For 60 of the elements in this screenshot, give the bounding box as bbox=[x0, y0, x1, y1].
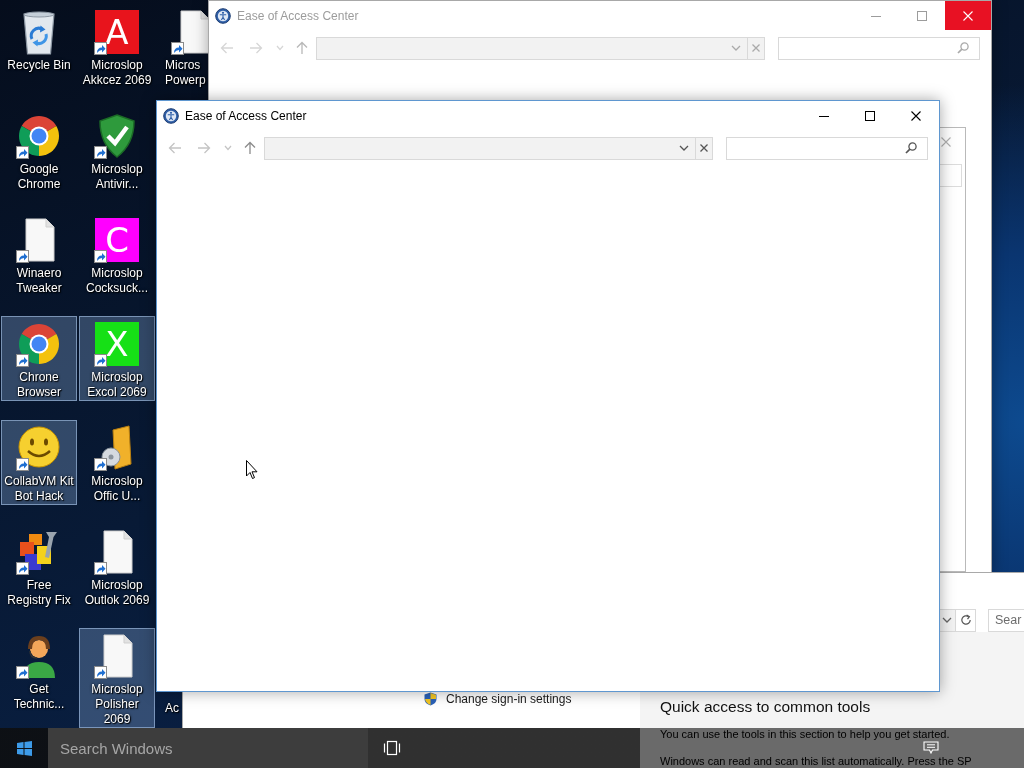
search-field[interactable] bbox=[778, 36, 980, 60]
accessibility-icon bbox=[215, 7, 231, 24]
window-title: Ease of Access Center bbox=[237, 8, 359, 23]
search-field[interactable]: Sear bbox=[988, 608, 1024, 632]
shield-icon bbox=[424, 692, 437, 706]
paragraph-text: Windows can read and scan this list automatically. Press the SP bbox=[660, 755, 972, 767]
accessibility-icon bbox=[163, 107, 179, 124]
desktop-shortcut[interactable]: Microslop Outlok 2069 bbox=[79, 524, 155, 609]
desktop-shortcut[interactable]: Winaero Tweaker bbox=[1, 212, 77, 297]
address-field[interactable] bbox=[316, 36, 747, 60]
maximize-icon bbox=[917, 10, 927, 21]
desktop-shortcut[interactable]: Ac bbox=[159, 697, 182, 717]
address-field[interactable] bbox=[940, 608, 955, 632]
close-icon bbox=[963, 10, 973, 21]
desktop-shortcut[interactable]: A Microslop Akkcez 2069 bbox=[79, 4, 155, 89]
app-logo: A bbox=[95, 10, 139, 54]
paragraph-text: You can use the tools in this section to help you get started. bbox=[660, 728, 950, 740]
desktop-shortcut[interactable]: Recycle Bin bbox=[1, 4, 77, 74]
desktop-shortcut[interactable]: C Microslop Cocksuck... bbox=[79, 212, 155, 297]
desktop-shortcut[interactable]: Google Chrome bbox=[1, 108, 77, 193]
back-arrow-icon[interactable] bbox=[219, 40, 235, 56]
refresh-button[interactable] bbox=[955, 608, 976, 632]
desktop-shortcut[interactable]: Chrone Browser bbox=[1, 316, 77, 401]
desktop-shortcut[interactable]: Microslop Offic U... bbox=[79, 420, 155, 505]
desktop-shortcut[interactable]: CollabVM Kit Bot Hack bbox=[1, 420, 77, 505]
four-panes-icon bbox=[16, 740, 32, 756]
mouse-pointer-icon bbox=[246, 460, 258, 480]
search-field[interactable] bbox=[726, 136, 928, 160]
desktop-shortcut[interactable]: Microslop Antivir... bbox=[79, 108, 155, 193]
window-title: Ease of Access Center bbox=[185, 108, 307, 123]
chevron-down-icon[interactable] bbox=[679, 143, 689, 153]
desktop-shortcut[interactable]: Microslop Polisher 2069 bbox=[79, 628, 155, 728]
desktop-shortcut[interactable]: Get Technic... bbox=[1, 628, 77, 713]
section-heading: Quick access to common tools bbox=[660, 698, 871, 716]
app-logo: C bbox=[95, 218, 139, 262]
nav-link[interactable]: Change sign-in settings bbox=[424, 692, 572, 706]
address-field[interactable] bbox=[264, 136, 695, 160]
up-arrow-icon[interactable] bbox=[294, 40, 310, 56]
cross-icon bbox=[699, 143, 709, 153]
chevron-down-icon[interactable] bbox=[942, 615, 952, 625]
app-logo: X bbox=[95, 322, 139, 366]
close-button[interactable] bbox=[945, 1, 991, 30]
close-icon[interactable] bbox=[941, 137, 951, 147]
search-field[interactable]: Search Windows bbox=[48, 728, 368, 768]
maximize-icon bbox=[865, 110, 875, 121]
message-icon[interactable] bbox=[923, 741, 939, 754]
refresh-icon bbox=[959, 614, 972, 626]
up-arrow-icon[interactable] bbox=[242, 140, 258, 156]
back-arrow-icon[interactable] bbox=[167, 140, 183, 156]
desktop-shortcut[interactable]: Free Registry Fix bbox=[1, 524, 77, 609]
desktop-shortcut[interactable]: Micros Powerp bbox=[159, 4, 208, 89]
stacked-frames-icon bbox=[382, 740, 402, 756]
forward-arrow-icon[interactable] bbox=[196, 140, 212, 156]
close-icon bbox=[911, 110, 921, 121]
search-icon bbox=[957, 42, 969, 54]
search-icon bbox=[905, 142, 917, 154]
clear-button[interactable] bbox=[695, 136, 713, 160]
desktop-shortcut[interactable]: X Microslop Excol 2069 bbox=[79, 316, 155, 401]
forward-arrow-icon[interactable] bbox=[248, 40, 264, 56]
cross-icon bbox=[751, 43, 761, 53]
